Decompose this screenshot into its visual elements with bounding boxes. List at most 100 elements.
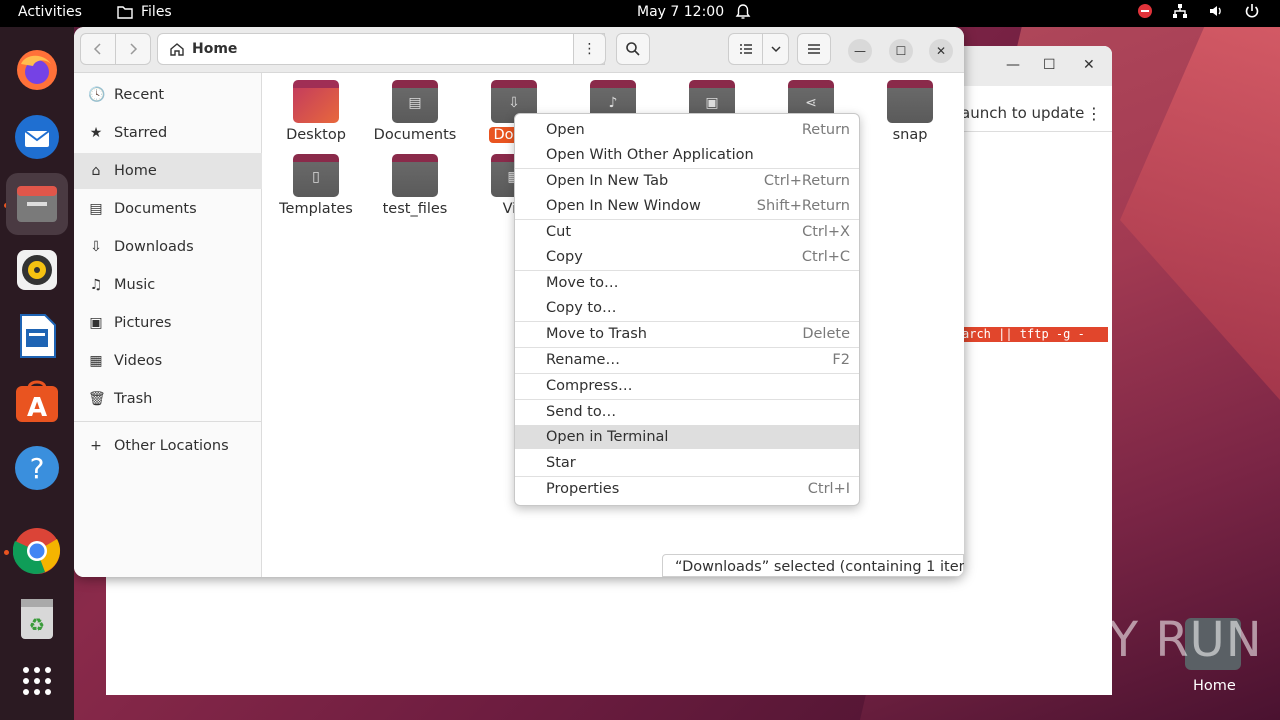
close-button[interactable]: ✕ xyxy=(929,39,953,63)
libreoffice-writer-icon[interactable] xyxy=(13,312,61,360)
file-label: snap xyxy=(892,127,928,143)
menu-item-open-new-window[interactable]: Open In New Window Shift+Return xyxy=(515,194,859,218)
menu-shortcut: Ctrl+Return xyxy=(763,173,850,189)
menu-item-send-to[interactable]: Send to… xyxy=(515,400,859,424)
close-icon: ✕ xyxy=(935,44,947,58)
forward-button[interactable] xyxy=(115,33,151,65)
menu-item-properties[interactable]: Properties Ctrl+I xyxy=(515,477,859,501)
document-icon: ▤ xyxy=(408,95,422,111)
minimize-icon: — xyxy=(854,44,866,58)
menu-item-move-to[interactable]: Move to… xyxy=(515,271,859,295)
app-menu[interactable]: Files xyxy=(117,4,172,20)
file-item-documents[interactable]: ▤ Documents xyxy=(370,73,460,143)
menu-item-copy-to[interactable]: Copy to… xyxy=(515,296,859,320)
location-label: Home xyxy=(192,41,238,57)
location-bar[interactable]: Home xyxy=(157,33,605,65)
menu-item-open-with[interactable]: Open With Other Application xyxy=(515,143,859,167)
sidebar-item-recent[interactable]: 🕓 Recent xyxy=(74,77,262,113)
desktop-home-label: Home xyxy=(1193,678,1236,694)
app-center-icon[interactable]: A xyxy=(13,377,61,425)
share-icon: ⋖ xyxy=(805,95,817,111)
divider xyxy=(74,421,262,422)
music-icon: ♪ xyxy=(608,95,618,111)
menu-item-open-new-tab[interactable]: Open In New Tab Ctrl+Return xyxy=(515,169,859,193)
file-label: Desktop xyxy=(286,127,346,143)
menu-shortcut: F2 xyxy=(832,352,850,368)
list-view-button[interactable] xyxy=(728,33,763,65)
path-menu-button[interactable]: ⋮ xyxy=(573,33,606,65)
minimize-icon[interactable]: — xyxy=(1006,57,1020,73)
sidebar-item-downloads[interactable]: ⇩ Downloads xyxy=(74,229,262,265)
thunderbird-icon[interactable] xyxy=(13,113,61,161)
menu-item-open[interactable]: Open Return xyxy=(515,118,859,142)
file-item-snap[interactable]: snap xyxy=(865,73,955,143)
music-icon: ♫ xyxy=(89,277,103,293)
menu-shortcut: Ctrl+C xyxy=(801,249,850,265)
menu-item-open-in-terminal[interactable]: Open in Terminal xyxy=(515,425,859,449)
menu-item-move-to-trash[interactable]: Move to Trash Delete xyxy=(515,322,859,346)
menu-item-cut[interactable]: Cut Ctrl+X xyxy=(515,220,859,244)
show-apps-icon[interactable] xyxy=(13,657,61,705)
firefox-icon[interactable] xyxy=(13,46,61,94)
sidebar-item-label: Music xyxy=(114,277,156,293)
sidebar-item-videos[interactable]: ▦ Videos xyxy=(74,343,262,379)
menu-icon[interactable]: ⋮ xyxy=(1086,104,1102,123)
trash-dock-icon[interactable]: ♻ xyxy=(13,594,61,642)
menu-item-compress[interactable]: Compress… xyxy=(515,374,859,398)
do-not-disturb-icon xyxy=(1138,4,1152,18)
menu-label: Cut xyxy=(546,224,571,240)
file-item-test-files[interactable]: test_files xyxy=(370,147,460,217)
maximize-button[interactable]: ☐ xyxy=(889,39,913,63)
bell-icon[interactable] xyxy=(735,3,751,25)
sidebar-item-starred[interactable]: ★ Starred xyxy=(74,115,262,151)
menu-item-star[interactable]: Star xyxy=(515,451,859,475)
menu-label: Properties xyxy=(546,481,620,497)
folder-icon xyxy=(392,154,438,197)
file-label: Documents xyxy=(373,127,457,143)
menu-item-rename[interactable]: Rename… F2 xyxy=(515,348,859,372)
close-icon[interactable]: ✕ xyxy=(1083,57,1095,73)
menu-label: Rename… xyxy=(546,352,620,368)
file-item-desktop[interactable]: Desktop xyxy=(271,73,361,143)
menu-label: Compress… xyxy=(546,378,633,394)
sidebar-item-label: Starred xyxy=(114,125,168,141)
help-icon[interactable]: ? xyxy=(13,444,61,492)
sidebar-item-documents[interactable]: ▤ Documents xyxy=(74,191,262,227)
chevron-left-icon xyxy=(93,43,101,55)
menu-item-copy[interactable]: Copy Ctrl+C xyxy=(515,245,859,269)
menu-shortcut: Shift+Return xyxy=(756,198,850,214)
rhythmbox-icon[interactable] xyxy=(13,246,61,294)
sidebar-item-trash[interactable]: 🗑 Trash xyxy=(74,381,262,417)
maximize-icon[interactable]: ☐ xyxy=(1043,57,1056,73)
minimize-button[interactable]: — xyxy=(848,39,872,63)
system-tray[interactable] xyxy=(1138,3,1260,19)
sidebar-item-home[interactable]: ⌂ Home xyxy=(74,153,262,189)
menu-label: Move to Trash xyxy=(546,326,647,342)
film-icon: ▦ xyxy=(89,353,103,369)
sidebar-item-pictures[interactable]: ▣ Pictures xyxy=(74,305,262,341)
back-button[interactable] xyxy=(80,33,116,65)
clock[interactable]: May 7 12:00 xyxy=(637,4,724,20)
context-menu: Open Return Open With Other Application O… xyxy=(514,113,860,506)
sidebar-item-label: Videos xyxy=(114,353,163,369)
folder-icon xyxy=(887,80,933,123)
sidebar-item-label: Downloads xyxy=(114,239,194,255)
files-dock-icon[interactable] xyxy=(6,173,68,235)
sidebar-item-label: Other Locations xyxy=(114,438,229,454)
sidebar-item-other-locations[interactable]: + Other Locations xyxy=(74,428,262,464)
menu-label: Open With Other Application xyxy=(546,147,754,163)
star-icon: ★ xyxy=(89,125,103,141)
dock: A ? ♻ xyxy=(0,27,74,720)
sidebar-item-music[interactable]: ♫ Music xyxy=(74,267,262,303)
activities-button[interactable]: Activities xyxy=(18,4,82,20)
folder-icon: ▯ xyxy=(293,154,339,197)
view-options-button[interactable] xyxy=(762,33,789,65)
chrome-icon[interactable] xyxy=(13,527,61,575)
main-menu-button[interactable] xyxy=(797,33,831,65)
search-button[interactable] xyxy=(616,33,650,65)
menu-label: Send to… xyxy=(546,404,617,420)
file-item-templates[interactable]: ▯ Templates xyxy=(271,147,361,217)
chevron-right-icon xyxy=(130,43,138,55)
power-icon xyxy=(1245,4,1259,18)
chevron-down-icon xyxy=(770,46,781,53)
